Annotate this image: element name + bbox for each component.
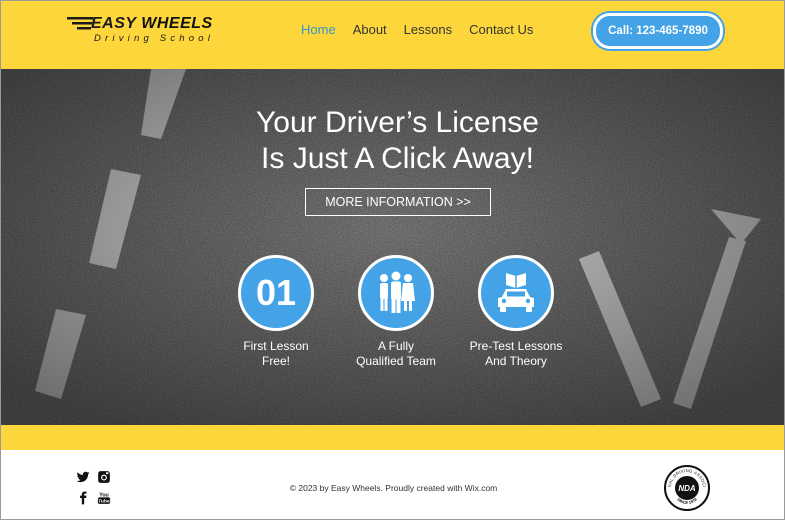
site-footer: You Tube © 2023 by Easy Wheels. Proudly … <box>1 450 784 519</box>
youtube-icon[interactable]: You Tube <box>97 491 111 505</box>
logo-subtitle: Driving School <box>94 33 215 44</box>
car-book-icon <box>498 273 534 312</box>
logo-title-easy: EASY <box>91 15 137 32</box>
svg-text:You: You <box>99 492 109 498</box>
hero-section: Your Driver’s License Is Just A Click Aw… <box>1 69 784 425</box>
logo-title-wheels: WHEELS <box>141 15 213 32</box>
page-frame: EASY WHEELS Driving School Home About Le… <box>0 0 785 520</box>
feature-label: Pre-Test Lessons And Theory <box>469 339 563 368</box>
nav-contact-us[interactable]: Contact Us <box>469 22 533 37</box>
nav-home[interactable]: Home <box>301 22 336 37</box>
feature-label: First Lesson Free! <box>243 339 309 368</box>
hero-headline-line2: Is Just A Click Away! <box>261 142 534 175</box>
nda-badge-icon: NATIONAL DRIVING ASSOCIATION SINCE 1978 … <box>663 464 710 511</box>
call-button[interactable]: Call: 123-465-7890 <box>593 13 723 49</box>
facebook-icon[interactable] <box>76 491 90 505</box>
site-logo[interactable]: EASY WHEELS Driving School <box>67 13 227 47</box>
team-icon <box>380 271 415 313</box>
feature-first-lesson: 01 First Lesson Free! <box>216 255 336 369</box>
logo-title: EASY WHEELS <box>91 15 213 33</box>
nav-lessons[interactable]: Lessons <box>404 22 452 37</box>
feature-circle <box>478 255 554 331</box>
feature-qualified-team: A Fully Qualified Team <box>336 255 456 369</box>
twitter-icon[interactable] <box>76 470 90 484</box>
feature-label: A Fully Qualified Team <box>356 339 436 368</box>
yellow-band <box>1 425 784 450</box>
more-information-button[interactable]: MORE INFORMATION >> <box>305 188 491 216</box>
site-header: EASY WHEELS Driving School Home About Le… <box>1 1 784 69</box>
nav-about[interactable]: About <box>353 22 387 37</box>
svg-text:Tube: Tube <box>98 499 110 505</box>
feature-pre-test-lessons: Pre-Test Lessons And Theory <box>456 255 576 369</box>
feature-circle <box>358 255 434 331</box>
instagram-icon[interactable] <box>97 470 111 484</box>
hero-headline-line1: Your Driver’s License <box>256 106 539 139</box>
hero-headline: Your Driver’s License Is Just A Click Aw… <box>1 105 784 177</box>
main-nav: Home About Lessons Contact Us <box>301 22 550 37</box>
number-01-icon: 01 <box>255 272 297 313</box>
feature-circle: 01 <box>238 255 314 331</box>
svg-text:NDA: NDA <box>678 484 696 493</box>
